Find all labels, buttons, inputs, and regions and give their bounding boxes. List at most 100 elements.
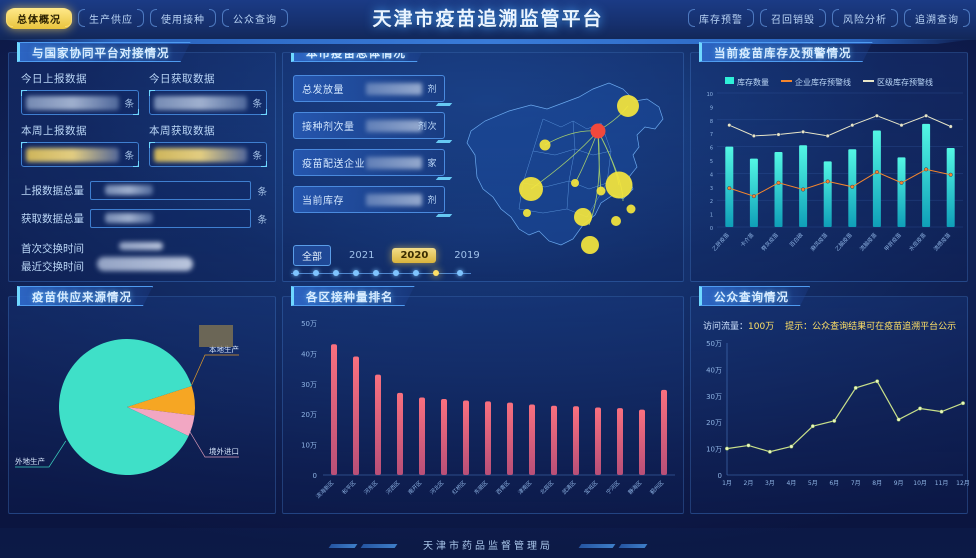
label-week-upload: 本周上报数据 <box>21 125 87 137</box>
label-total-upload: 上报数据总量 <box>21 185 84 197</box>
svg-text:5月: 5月 <box>808 480 818 487</box>
overview-unit: 剂 <box>427 85 437 95</box>
svg-text:1月: 1月 <box>722 480 732 487</box>
masked-value <box>366 193 422 206</box>
svg-text:0: 0 <box>313 472 317 480</box>
timeline-slider[interactable] <box>291 269 471 279</box>
svg-text:河东区: 河东区 <box>362 478 380 496</box>
footer-bar: 天津市药品监督管理局 <box>0 528 976 558</box>
panel-district-rank: 各区接种量排名 0 10万 20万 30万 40万 50万 滨海新区 和平区 河东区 河西区 南开区… <box>282 296 684 514</box>
svg-text:河西区: 河西区 <box>384 478 402 496</box>
timeline-dot[interactable] <box>457 270 463 276</box>
timeline-dot[interactable] <box>313 270 319 276</box>
svg-text:10月: 10月 <box>913 480 927 487</box>
svg-text:20万: 20万 <box>706 419 722 427</box>
timeline-dot[interactable] <box>373 270 379 276</box>
overview-label: 总发放量 <box>302 85 344 96</box>
district-rank-chart-svg: 0 10万 20万 30万 40万 50万滨海新区 和平区 河东区 河西区 南开区 河北区 红桥区 东丽… <box>301 320 675 500</box>
svg-text:9: 9 <box>710 105 713 111</box>
timeline-dot[interactable] <box>293 270 299 276</box>
svg-text:南开区: 南开区 <box>406 478 424 496</box>
timeline-dot[interactable] <box>353 270 359 276</box>
year-tab-2019[interactable]: 2019 <box>446 248 487 263</box>
unit-today-upload: 条 <box>124 98 134 110</box>
stock-chart-svg: 0 1 2 3 4 5 6 7 8 9 10 乙肝疫苗 卡介苗 脊灰疫苗 百白破 麻风疫苗 乙脑疫苗 流脑疫苗 甲肝… <box>707 92 963 253</box>
svg-text:0: 0 <box>718 472 722 480</box>
nav-item-recall[interactable]: 召回销毁 <box>760 8 826 29</box>
legend-label: 库存数量 <box>737 78 769 87</box>
supply-source-pie-svg[interactable]: 本地生产境外进口外地生产 <box>9 307 277 513</box>
year-tab-2021[interactable]: 2021 <box>341 248 382 263</box>
query-subtitle-prefix: 访问流量： <box>703 322 749 332</box>
masked-value <box>105 213 153 223</box>
year-tab-all[interactable]: 全部 <box>293 245 331 266</box>
public-query-chart-svg: 0 10万 20万 30万 40万 50万 1月 2月 3月 4月 5月 6月 7月 8月 9月 10月 11月… <box>706 340 969 487</box>
panel-title-city-overview: 本市疫苗总体情况 <box>291 52 427 62</box>
svg-text:外地生产: 外地生产 <box>15 456 45 466</box>
query-note: 提示：公众查询结果可在疫苗追溯平台公示 <box>785 322 957 332</box>
overview-item-total-issued[interactable]: 总发放量 剂 <box>293 75 445 102</box>
value-week-fetch: 条 <box>149 142 267 167</box>
svg-text:50万: 50万 <box>706 340 722 348</box>
value-total-fetch <box>90 209 252 228</box>
svg-text:乙肝疫苗: 乙肝疫苗 <box>710 231 731 253</box>
overview-unit: 剂 <box>427 196 437 206</box>
svg-text:2月: 2月 <box>744 480 754 487</box>
value-week-upload: 条 <box>21 142 139 167</box>
svg-text:8月: 8月 <box>872 480 882 487</box>
masked-value <box>26 95 120 110</box>
header-bar: 总体概况 生产供应 使用接种 公众查询 天津市疫苗追溯监管平台 库存预警 召回销… <box>0 0 976 40</box>
sync-card-today-upload: 今日上报数据 条 <box>21 71 139 115</box>
svg-text:7月: 7月 <box>851 480 861 487</box>
svg-text:9月: 9月 <box>894 480 904 487</box>
svg-text:卡介苗: 卡介苗 <box>738 231 755 249</box>
sync-card-week-upload: 本周上报数据 条 <box>21 123 139 167</box>
svg-text:40万: 40万 <box>706 366 722 374</box>
label-first-exchange-time: 首次交换时间 <box>21 243 84 255</box>
unit-week-fetch: 条 <box>252 150 262 162</box>
svg-text:河北区: 河北区 <box>428 478 446 496</box>
label-total-fetch: 获取数据总量 <box>21 213 84 225</box>
svg-text:11月: 11月 <box>935 480 949 487</box>
svg-text:8: 8 <box>710 119 713 125</box>
overview-item-current-stock[interactable]: 当前库存 剂 <box>293 186 445 213</box>
svg-text:境外进口: 境外进口 <box>209 446 239 456</box>
svg-text:流脑疫苗: 流脑疫苗 <box>858 231 879 253</box>
overview-label: 接种剂次量 <box>302 122 355 133</box>
overview-item-doses-administered[interactable]: 接种剂次量 剂次 <box>293 112 445 139</box>
panel-public-query: 公众查询情况 访问流量：100万 提示：公众查询结果可在疫苗追溯平台公示 0 10… <box>690 296 969 514</box>
svg-text:2: 2 <box>710 199 713 205</box>
svg-text:脊灰疫苗: 脊灰疫苗 <box>759 231 780 253</box>
svg-text:10万: 10万 <box>706 446 722 454</box>
nav-item-stock-alert[interactable]: 库存预警 <box>688 8 754 29</box>
unit-week-upload: 条 <box>124 150 134 162</box>
legend-line-icon <box>863 80 874 82</box>
svg-text:10万: 10万 <box>301 442 317 450</box>
label-week-fetch: 本周获取数据 <box>149 125 215 137</box>
year-filter-tabs: 全部 2021 2020 2019 <box>293 245 488 266</box>
svg-text:宝坻区: 宝坻区 <box>582 478 600 496</box>
svg-text:水痘疫苗: 水痘疫苗 <box>907 231 928 253</box>
svg-text:滨海新区: 滨海新区 <box>314 478 336 500</box>
timeline-dot[interactable] <box>333 270 339 276</box>
panel-stock-alert: 当前疫苗库存及预警情况 库存数量 企业库存预警线 区级库存预警线 0123456… <box>690 52 968 282</box>
overview-item-distribution-companies[interactable]: 疫苗配送企业 家 <box>293 149 445 176</box>
masked-value <box>366 156 422 169</box>
svg-text:东丽区: 东丽区 <box>472 478 490 496</box>
timeline-dot-active[interactable] <box>433 270 439 276</box>
panel-national-sync: 与国家协同平台对接情况 今日上报数据 条 今日获取数据 条 本周上报数据 条 本… <box>8 52 276 282</box>
masked-value <box>154 95 248 110</box>
svg-text:津南区: 津南区 <box>516 478 534 496</box>
timeline-dot[interactable] <box>413 270 419 276</box>
svg-text:西青区: 西青区 <box>494 478 512 496</box>
masked-value <box>154 147 248 162</box>
svg-text:乙脑疫苗: 乙脑疫苗 <box>833 231 854 253</box>
overview-unit: 剂次 <box>417 122 437 132</box>
timeline-dot[interactable] <box>393 270 399 276</box>
svg-text:武清区: 武清区 <box>560 478 578 496</box>
nav-item-trace[interactable]: 追溯查询 <box>904 8 970 29</box>
year-tab-2020[interactable]: 2020 <box>392 248 437 263</box>
nav-item-risk[interactable]: 风险分析 <box>832 8 898 29</box>
svg-text:3月: 3月 <box>765 480 775 487</box>
legend-label: 企业库存预警线 <box>795 78 851 87</box>
